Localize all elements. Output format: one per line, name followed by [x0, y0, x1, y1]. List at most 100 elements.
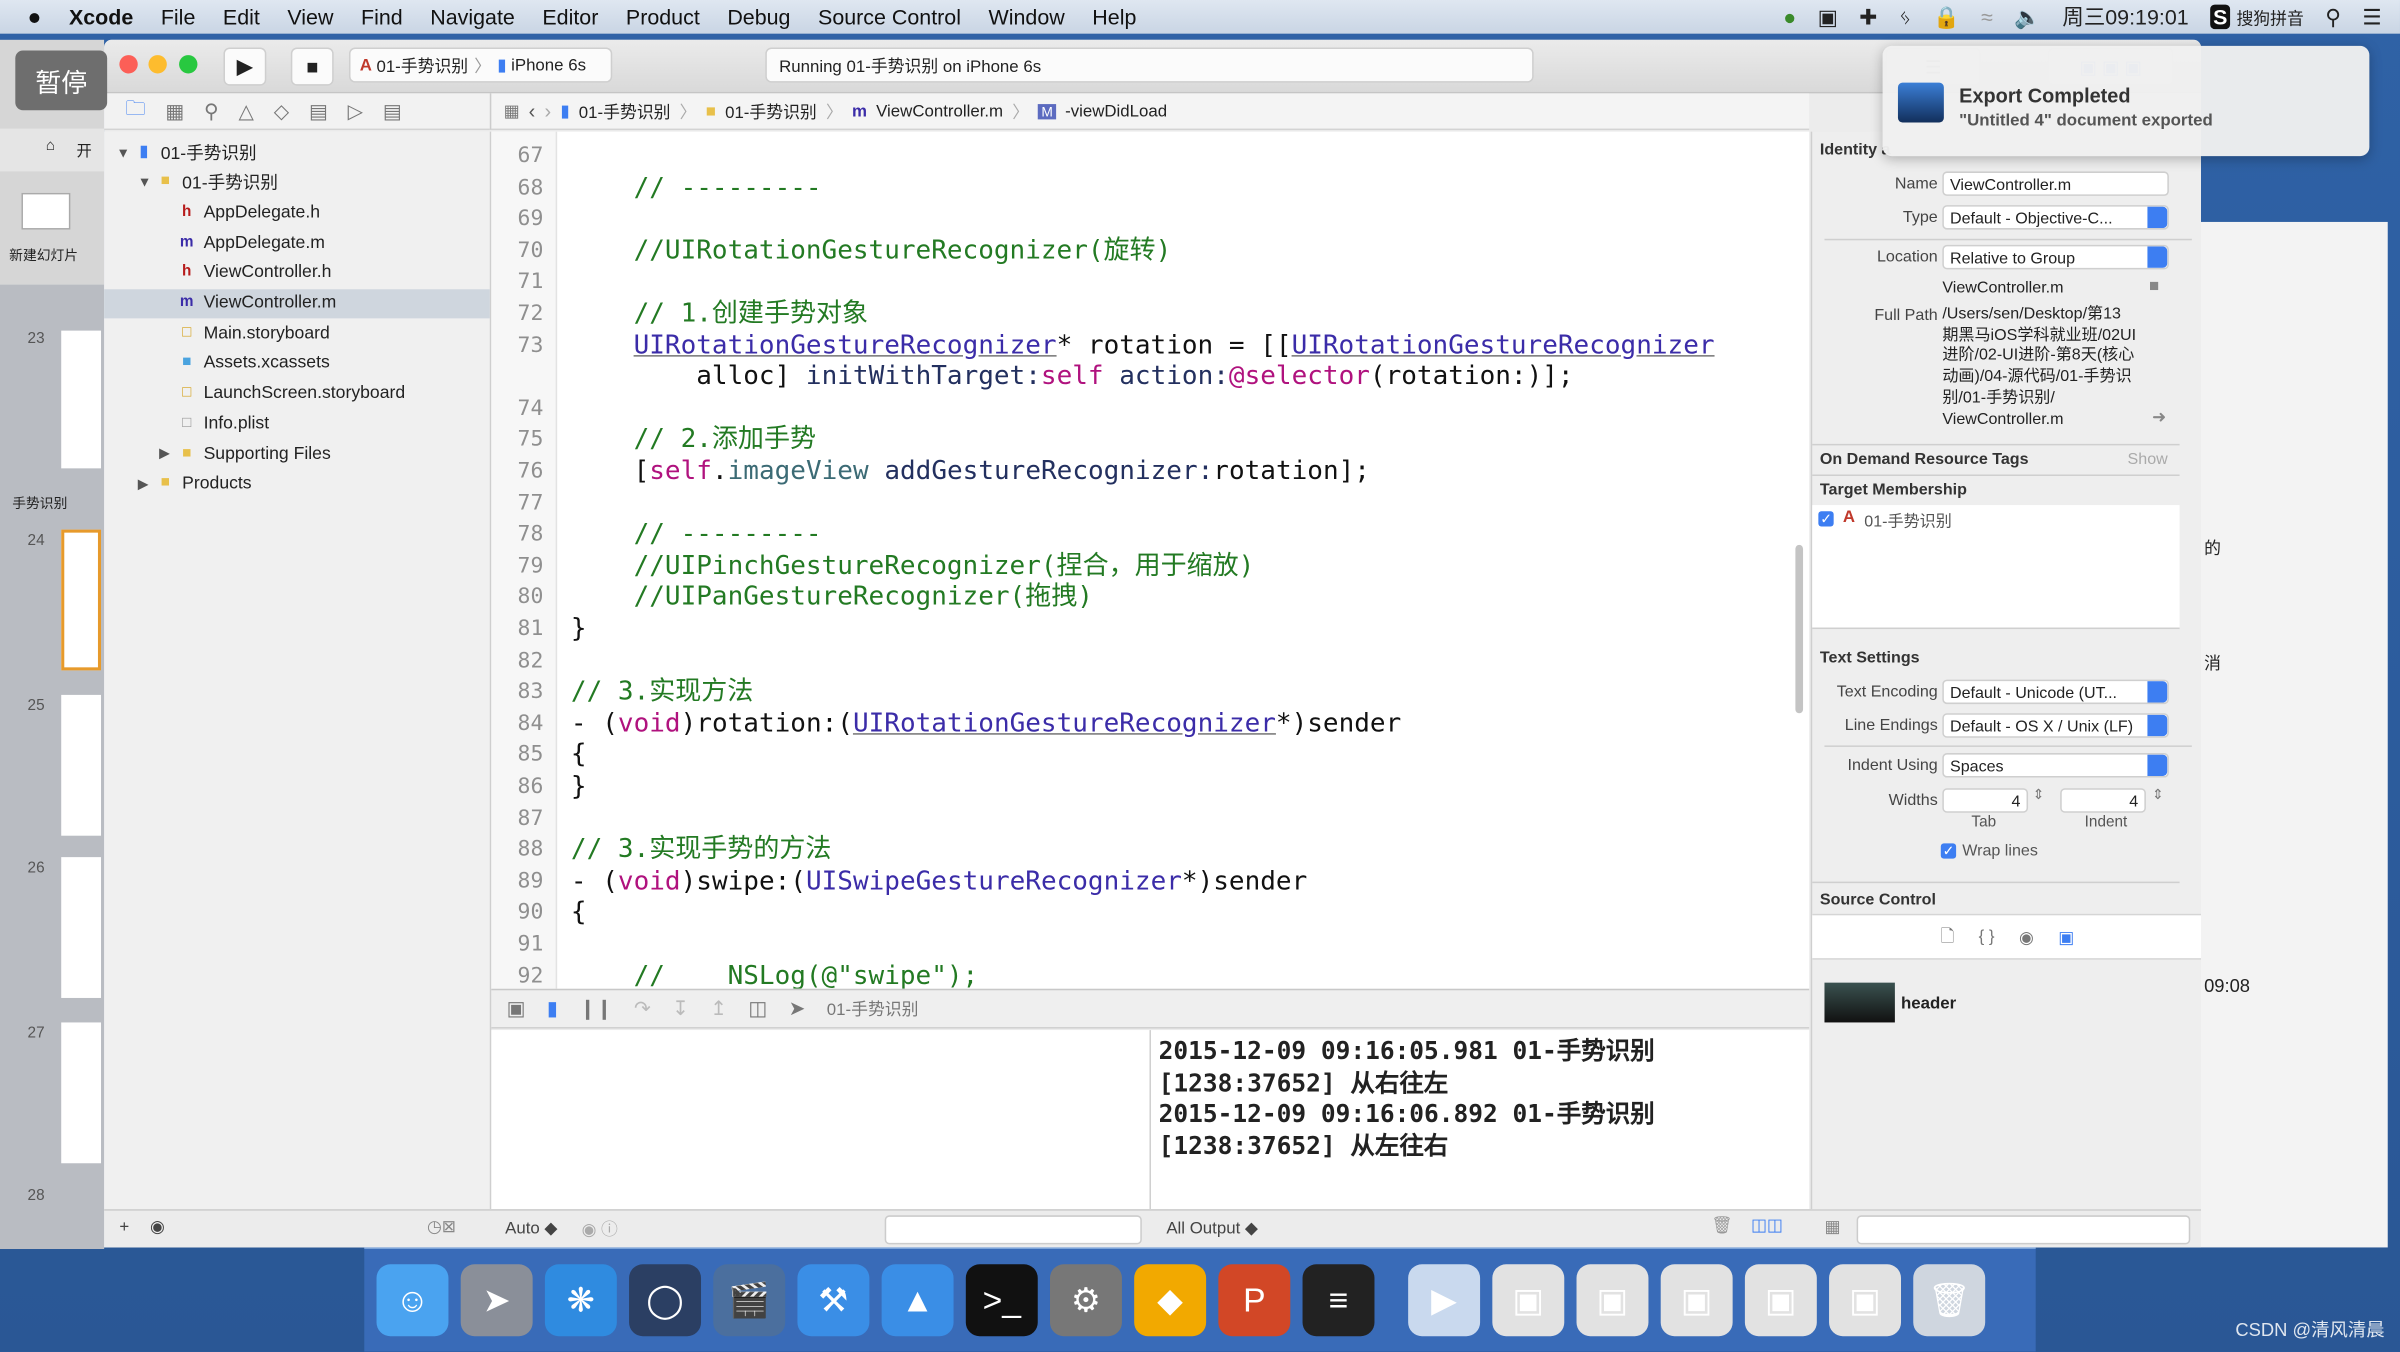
- window-thumb-icon[interactable]: ▣: [1744, 1264, 1817, 1337]
- slide-thumbnail[interactable]: [61, 330, 102, 469]
- menu-xcode[interactable]: Xcode: [69, 5, 133, 29]
- hide-debug-area-icon[interactable]: ▣: [507, 996, 526, 1020]
- test-navigator-icon[interactable]: ◇: [274, 99, 289, 123]
- camera-icon[interactable]: ▣: [1818, 4, 1838, 30]
- launchpad-icon[interactable]: ➤: [460, 1264, 533, 1337]
- window-thumb-icon[interactable]: ▣: [1829, 1264, 1902, 1337]
- status-app-icon[interactable]: ●: [1783, 5, 1796, 29]
- window-thumb-icon[interactable]: ▣: [1576, 1264, 1649, 1337]
- volume-icon[interactable]: 🔈: [2014, 4, 2041, 30]
- new-slide-icon[interactable]: [21, 192, 71, 230]
- name-field[interactable]: ViewController.m: [1942, 171, 2169, 196]
- slide-thumbnail[interactable]: [61, 694, 102, 836]
- wifi-icon[interactable]: ≈: [1981, 5, 1993, 29]
- library-filter-input[interactable]: [1856, 1215, 2191, 1245]
- navigator-item[interactable]: h ViewController.h: [104, 258, 490, 287]
- menu-help[interactable]: Help: [1092, 5, 1136, 29]
- menu-debug[interactable]: Debug: [727, 5, 790, 29]
- instruments-icon[interactable]: ▲: [881, 1264, 954, 1337]
- menu-find[interactable]: Find: [361, 5, 403, 29]
- navigator-item[interactable]: m ViewController.m: [104, 288, 490, 318]
- file-template-icon[interactable]: 🗋: [1941, 922, 1955, 951]
- keynote-export-icon[interactable]: 🎬: [713, 1264, 786, 1337]
- breadcrumb-group[interactable]: 01-手势识别: [725, 99, 817, 123]
- reveal-in-finder-icon[interactable]: ➜: [2152, 407, 2166, 427]
- stop-button[interactable]: ■: [290, 47, 334, 86]
- breadcrumb-file[interactable]: ViewController.m: [876, 102, 1003, 120]
- object-library-icon[interactable]: ◉: [2019, 927, 2034, 946]
- forward-button[interactable]: ›: [545, 99, 552, 122]
- variables-filter-input[interactable]: [884, 1215, 1142, 1245]
- grid-icon[interactable]: ▦: [1824, 1217, 1840, 1236]
- navigator-item[interactable]: ■ Assets.xcassets: [104, 349, 490, 378]
- navigator-item[interactable]: ▼ ▮ 01-手势识别: [104, 138, 490, 167]
- symbol-navigator-icon[interactable]: ▦: [165, 99, 184, 123]
- media-library-icon[interactable]: ▣: [2058, 927, 2074, 946]
- preview-icon[interactable]: ▶: [1408, 1264, 1481, 1337]
- navigator-item[interactable]: □ Main.storyboard: [104, 319, 490, 348]
- scheme-selector[interactable]: A 01-手势识别 〉 ▮ iPhone 6s: [348, 47, 613, 83]
- window-thumb-icon[interactable]: ▣: [1660, 1264, 1733, 1337]
- airplane-icon[interactable]: ✚: [1859, 4, 1877, 30]
- pause-overlay-button[interactable]: 暂停: [15, 50, 108, 111]
- navigator-item[interactable]: □ LaunchScreen.storyboard: [104, 379, 490, 408]
- disclosure-closed-icon[interactable]: ▶: [159, 445, 177, 462]
- report-navigator-icon[interactable]: ▤: [383, 99, 402, 123]
- indent-width-stepper[interactable]: ⇕: [2152, 787, 2164, 804]
- console-output-select[interactable]: All Output ◆: [1166, 1218, 1258, 1238]
- breadcrumb-project[interactable]: 01-手势识别: [579, 99, 671, 123]
- trash-icon[interactable]: 🗑: [1711, 1215, 1732, 1235]
- lock-icon[interactable]: 🔒: [1933, 4, 1960, 30]
- menu-source-control[interactable]: Source Control: [818, 5, 961, 29]
- step-into-icon[interactable]: ↧: [672, 996, 689, 1020]
- new-slide-label[interactable]: 新建幻灯片: [9, 245, 78, 265]
- add-button[interactable]: +: [119, 1218, 129, 1236]
- project-navigator-icon[interactable]: 🗀: [126, 94, 146, 128]
- wrap-lines-checkbox[interactable]: ✓: [1940, 843, 1957, 859]
- navigator-item[interactable]: m AppDelegate.m: [104, 228, 490, 257]
- xcode-icon[interactable]: ⚒: [797, 1264, 870, 1337]
- filter-icon[interactable]: ◉: [150, 1217, 165, 1236]
- menu-edit[interactable]: Edit: [223, 5, 260, 29]
- debug-navigator-icon[interactable]: ▤: [309, 99, 328, 123]
- navigator-item[interactable]: ▶ ■ Supporting Files: [104, 439, 490, 468]
- minimize-window-button[interactable]: [148, 55, 167, 74]
- safari-icon[interactable]: ❋: [544, 1264, 617, 1337]
- line-endings-select[interactable]: Default - OS X / Unix (LF): [1942, 713, 2169, 738]
- navigator-item[interactable]: h AppDelegate.h: [104, 198, 490, 227]
- bluetooth-icon[interactable]: ᛃ: [1899, 5, 1912, 29]
- split-view-icon[interactable]: ◫◫: [1751, 1215, 1783, 1235]
- console-output[interactable]: 2015-12-09 09:16:05.981 01-手势识别 [1238:376…: [1151, 1030, 1810, 1210]
- issue-navigator-icon[interactable]: △: [239, 99, 254, 123]
- slide-thumbnail[interactable]: [61, 1022, 102, 1164]
- window-thumb-icon[interactable]: ▣: [1492, 1264, 1565, 1337]
- run-button[interactable]: ▶: [223, 47, 267, 86]
- navigator-item[interactable]: ▶ ■ Products: [104, 469, 490, 498]
- slide-thumbnail-selected[interactable]: [61, 529, 102, 671]
- disclosure-open-icon[interactable]: ▼: [138, 175, 156, 190]
- tab-width-stepper[interactable]: ⇕: [2033, 787, 2045, 804]
- navigator-item[interactable]: □ Info.plist: [104, 409, 490, 438]
- trash-icon[interactable]: 🗑: [1913, 1264, 1986, 1337]
- header-image-thumbnail[interactable]: [1824, 982, 1895, 1023]
- source-editor[interactable]: 67 68 // --------- 69 70 //UIRotationGestur…: [491, 131, 1810, 989]
- recent-files-icon[interactable]: ◷⊠: [427, 1217, 456, 1236]
- slide-thumbnail[interactable]: [61, 857, 102, 998]
- spotlight-icon[interactable]: ⚲: [2325, 4, 2341, 30]
- navigator-item[interactable]: ▼ ■ 01-手势识别: [104, 168, 490, 197]
- breadcrumb-method[interactable]: -viewDidLoad: [1065, 102, 1167, 120]
- type-select[interactable]: Default - Objective-C...: [1942, 205, 2169, 230]
- location-icon[interactable]: ➤: [789, 996, 806, 1020]
- menu-navigate[interactable]: Navigate: [430, 5, 515, 29]
- related-items-icon[interactable]: ▦: [504, 101, 520, 121]
- breakpoints-toggle-icon[interactable]: ▮: [547, 996, 558, 1020]
- menu-window[interactable]: Window: [989, 5, 1065, 29]
- apple-menu-icon[interactable]: ●: [28, 4, 42, 30]
- disclosure-open-icon[interactable]: ▼: [116, 145, 134, 160]
- show-button[interactable]: Show: [2128, 450, 2168, 468]
- location-select[interactable]: Relative to Group: [1942, 244, 2169, 270]
- close-window-button[interactable]: [119, 55, 138, 74]
- indent-using-select[interactable]: Spaces: [1942, 753, 2169, 778]
- pause-icon[interactable]: ❙❙: [579, 996, 612, 1020]
- mouse-app-icon[interactable]: ◯: [629, 1264, 702, 1337]
